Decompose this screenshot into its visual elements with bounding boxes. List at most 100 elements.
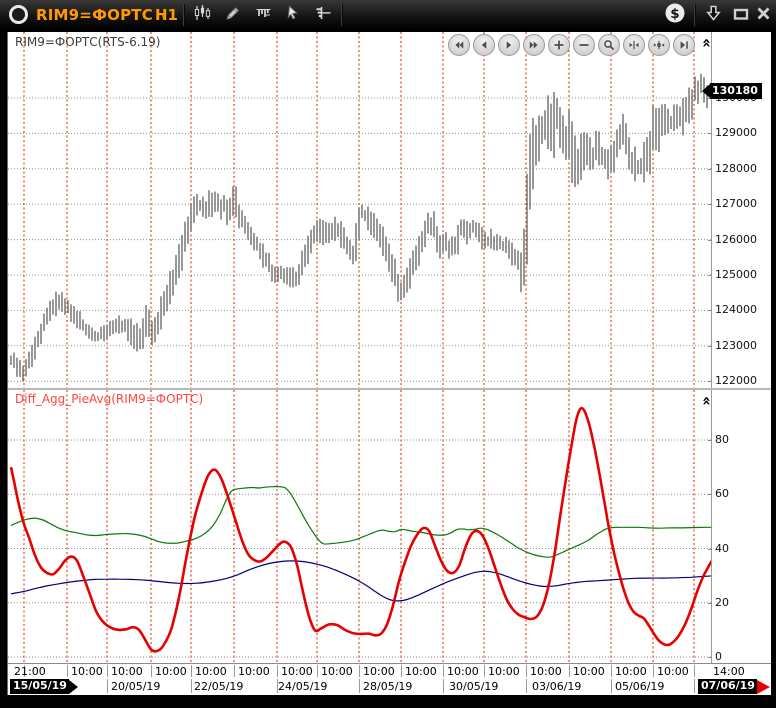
- zoom-select-button[interactable]: [598, 34, 620, 56]
- price-pane-title: RIM9=ФОРТС(RTS-6.19): [15, 35, 160, 49]
- axis-tick: [708, 310, 712, 311]
- cursor-button[interactable]: [280, 3, 306, 27]
- draw-pencil-button[interactable]: [220, 3, 246, 27]
- candlestick-style-button[interactable]: [190, 3, 216, 27]
- time-tick: [569, 665, 570, 677]
- axis-tick: [708, 494, 712, 495]
- close-icon: [756, 6, 771, 25]
- axis-tick: [708, 169, 712, 170]
- date-axis-label: 30/05/19: [449, 680, 498, 693]
- series-avg-navy: [11, 561, 711, 601]
- timeframe-label[interactable]: H1: [155, 0, 178, 30]
- indicator-chart-canvas[interactable]: [8, 390, 711, 663]
- zoom-select-icon: [602, 38, 616, 52]
- last-price-tag: 130180: [702, 84, 762, 99]
- axis-tick: [708, 657, 712, 658]
- time-axis-label: 10:00: [321, 665, 353, 678]
- indicator-pane-title: Diff_Agg_PieAvg(RIM9=ФОРТС): [15, 392, 203, 406]
- time-tick: [67, 665, 68, 677]
- axis-tick: [708, 204, 712, 205]
- price-axis-label: 126000: [715, 233, 757, 246]
- price-axis-label: 127000: [715, 197, 757, 210]
- time-axis-label: 14:00: [713, 665, 745, 678]
- levels-icon: [315, 5, 332, 25]
- compress-scale-button[interactable]: [623, 34, 645, 56]
- time-axis-label: 10:00: [488, 665, 520, 678]
- zoom-in-button[interactable]: [548, 34, 570, 56]
- indicator-axis-label: 40: [715, 542, 729, 555]
- chart-window: RIM9=ФОРТС ∨ H1: [0, 0, 776, 708]
- time-axis-label: 10:00: [530, 665, 562, 678]
- compress-bars-button[interactable]: [648, 34, 670, 56]
- compress-bars-icon: [652, 38, 666, 52]
- scroll-fast-back-button[interactable]: [448, 34, 470, 56]
- date-tick: [107, 679, 108, 693]
- time-axis-label: 10:00: [111, 665, 143, 678]
- time-axis-label: 10:00: [238, 665, 270, 678]
- time-tick: [401, 665, 402, 677]
- time-tick: [653, 665, 654, 677]
- axis-tick: [708, 549, 712, 550]
- chart-content: RIM9=ФОРТС(RTS-6.19) Diff_Agg_PieAvg(RIM…: [7, 32, 771, 695]
- price-tag-arrow-icon: [702, 84, 710, 98]
- money-button[interactable]: $: [662, 3, 688, 27]
- toolbar-separator: [183, 4, 184, 26]
- red-arrow-icon: [757, 680, 770, 694]
- scroll-fast-forward-button[interactable]: [523, 34, 545, 56]
- price-axis-label: 122000: [715, 374, 757, 387]
- scroll-back-icon: [477, 38, 491, 52]
- date-axis-label: 03/06/19: [532, 680, 581, 693]
- dollar-icon: $: [664, 2, 686, 28]
- date-axis-label: 22/05/19: [194, 680, 243, 693]
- price-axis-label: 129000: [715, 126, 757, 139]
- time-tick: [191, 665, 192, 677]
- date-tick: [694, 679, 695, 693]
- time-axis-label: 10:00: [447, 665, 479, 678]
- time-axis-label: 21:00: [14, 665, 46, 678]
- scroll-back-button[interactable]: [473, 34, 495, 56]
- time-tick: [317, 665, 318, 677]
- date-axis-label: 05/06/19: [615, 680, 664, 693]
- last-date-tag: 07/06/19: [698, 679, 770, 694]
- levels-button[interactable]: [310, 3, 336, 27]
- time-axis: 21:00 10:00 10:00 10:00 10:00 10:00 10:00 10:00…: [8, 664, 771, 695]
- axis-tick: [708, 381, 712, 382]
- indicator-axis-label: 60: [715, 487, 729, 500]
- time-axis-label: 10:00: [71, 665, 103, 678]
- axis-tick: [708, 275, 712, 276]
- close-button[interactable]: [750, 3, 776, 27]
- time-axis-label: 10:00: [195, 665, 227, 678]
- price-axis-label: 124000: [715, 303, 757, 316]
- indicator-axis-label: 20: [715, 596, 729, 609]
- symbol-selector[interactable]: RIM9=ФОРТС ∨: [36, 0, 174, 30]
- time-tick: [694, 665, 695, 677]
- volume-profile-button[interactable]: [250, 3, 276, 27]
- go-to-end-button[interactable]: [673, 34, 695, 56]
- zoom-out-button[interactable]: [573, 34, 595, 56]
- svg-text:$: $: [670, 6, 679, 22]
- time-tick: [443, 665, 444, 677]
- time-tick: [611, 665, 612, 677]
- price-chart-canvas[interactable]: [8, 32, 711, 388]
- compress-scale-icon: [627, 38, 641, 52]
- volume-profile-icon: [255, 5, 272, 25]
- time-axis-label: 10:00: [363, 665, 395, 678]
- date-tick: [611, 679, 612, 693]
- time-axis-label: 10:00: [573, 665, 605, 678]
- download-button[interactable]: [700, 3, 726, 27]
- date-tick: [191, 679, 192, 693]
- pane-splitter[interactable]: [8, 388, 771, 390]
- date-tick: [359, 679, 360, 693]
- scroll-forward-button[interactable]: [498, 34, 520, 56]
- axis-divider: [711, 32, 712, 663]
- axis-tick: [708, 603, 712, 604]
- indicator-axis-label: 0: [715, 650, 722, 663]
- date-axis-label: 20/05/19: [111, 680, 160, 693]
- black-arrow-icon: [69, 680, 78, 694]
- axis-tick: [708, 346, 712, 347]
- date-axis-label: 28/05/19: [363, 680, 412, 693]
- zoom-in-icon: [552, 38, 566, 52]
- symbol-label: RIM9=ФОРТС: [36, 6, 153, 24]
- time-tick: [359, 665, 360, 677]
- app-logo-icon: [9, 5, 28, 24]
